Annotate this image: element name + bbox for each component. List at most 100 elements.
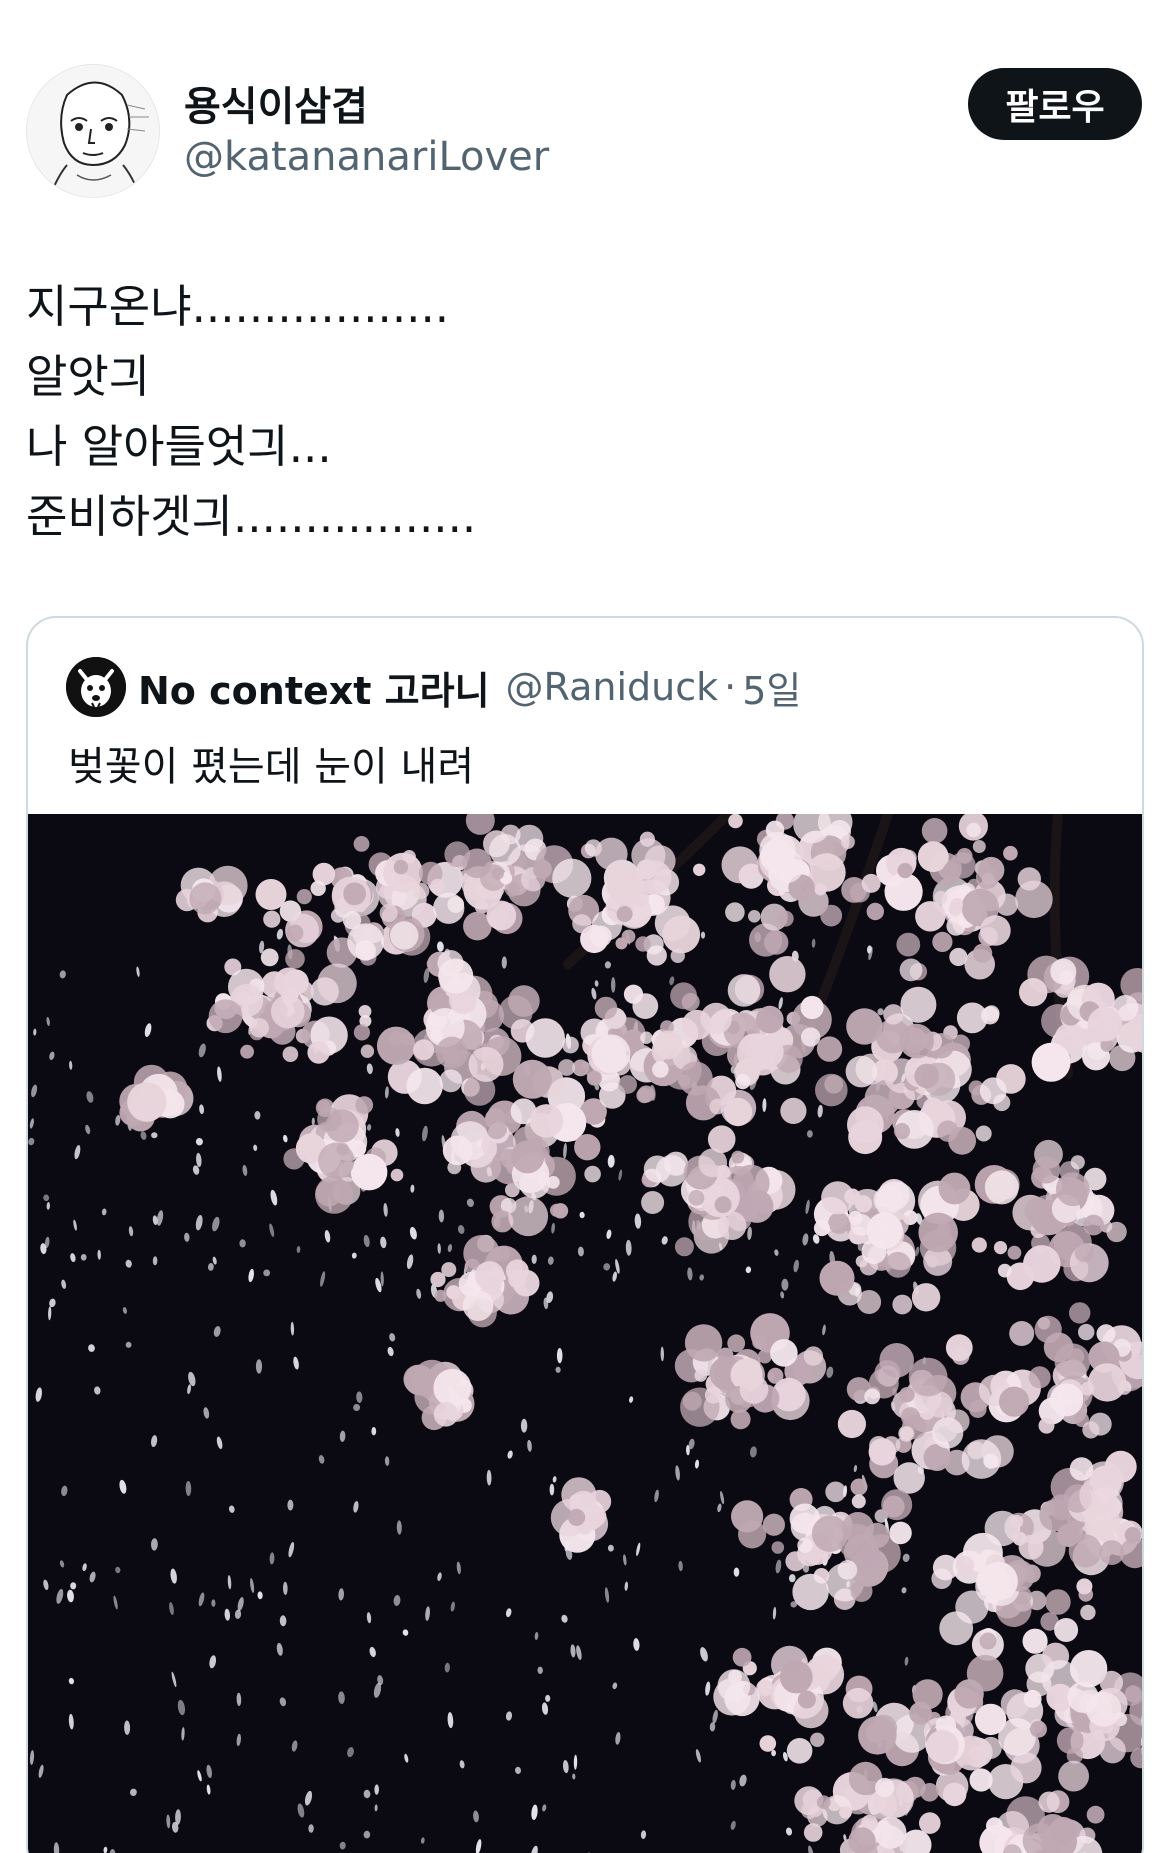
- blossom-petal: [1034, 1315, 1062, 1343]
- blossom-petal: [286, 924, 304, 942]
- blossom-petal: [1069, 1457, 1094, 1481]
- quoted-tweet-media[interactable]: [28, 814, 1142, 1853]
- blossom-petal: [552, 1203, 569, 1219]
- blossom-petal: [816, 1036, 843, 1062]
- falling-snow-flake: [520, 1418, 528, 1433]
- deer-avatar-icon: [66, 657, 126, 717]
- blossom-petal: [282, 1046, 299, 1062]
- blossom-petal: [1007, 1245, 1022, 1260]
- blossom-petal: [558, 1059, 575, 1076]
- blossom-petal: [740, 1189, 774, 1223]
- blossom-petal: [864, 1388, 881, 1405]
- blossom-petal: [704, 1386, 722, 1404]
- blossom-petal: [618, 1075, 637, 1094]
- blossom-petal: [942, 861, 962, 880]
- blossom-petal: [1067, 1681, 1099, 1713]
- blossom-petal: [845, 1055, 878, 1088]
- blossom-petal: [821, 1181, 855, 1215]
- quoted-author-avatar[interactable]: [66, 657, 126, 717]
- blossom-petal: [130, 1097, 155, 1121]
- falling-snow-flake: [611, 977, 616, 993]
- blossom-petal: [972, 840, 986, 853]
- tweet-text-line: 나 알아들엇긔...: [26, 420, 332, 473]
- blossom-petal: [343, 882, 366, 906]
- blossom-petal: [353, 836, 370, 852]
- blossom-petal: [1078, 1323, 1095, 1341]
- follow-button[interactable]: 팔로우: [968, 68, 1142, 140]
- blossom-petal: [652, 1061, 669, 1078]
- blossom-petal: [681, 993, 700, 1011]
- blossom-petal: [1054, 1343, 1091, 1380]
- blossom-petal: [911, 1283, 941, 1312]
- blossom-petal: [999, 1386, 1030, 1417]
- blossom-petal: [1068, 1534, 1102, 1568]
- blossom-petal: [189, 882, 222, 915]
- blossom-petal: [971, 1237, 987, 1253]
- blossom-petal: [919, 1812, 941, 1834]
- blossom-petal: [864, 1522, 890, 1549]
- blossom-petal: [439, 1069, 463, 1093]
- quoted-author-display-name[interactable]: No context 고라니: [138, 660, 490, 715]
- blossom-petal: [824, 1074, 844, 1094]
- blossom-petal: [682, 1391, 702, 1411]
- author-handle[interactable]: @katananariLover: [184, 134, 549, 180]
- blossom-petal: [756, 1679, 774, 1697]
- blossom-petal: [748, 910, 761, 923]
- blossom-petal: [1058, 970, 1074, 985]
- blossom-petal: [866, 902, 884, 921]
- blossom-petal: [249, 1018, 269, 1038]
- blossom-petal: [430, 878, 446, 894]
- quoted-tweet-card[interactable]: No context 고라니 @Raniduck · 5일 벚꽃이 폈는데 눈이…: [26, 616, 1144, 1853]
- blossom-petal: [770, 849, 804, 883]
- blossom-petal: [390, 921, 419, 950]
- blossom-petal: [858, 1716, 897, 1755]
- blossom-petal: [447, 896, 465, 913]
- author-display-name[interactable]: 용식이삼겹: [184, 74, 368, 132]
- blossom-petal: [842, 1687, 874, 1719]
- blossom-petal: [698, 1148, 728, 1178]
- quoted-timestamp[interactable]: 5일: [742, 660, 801, 715]
- blossom-petal: [984, 1170, 1019, 1205]
- blossom-petal: [777, 910, 794, 927]
- blossom-petal: [1038, 1417, 1055, 1434]
- blossom-petal: [816, 1795, 831, 1810]
- blossom-petal: [260, 948, 279, 967]
- blossom-petal: [1003, 845, 1018, 861]
- blossom-petal: [717, 1669, 751, 1703]
- blossom-petal: [317, 963, 357, 1004]
- blossom-petal: [1009, 1321, 1035, 1346]
- blossom-petal: [908, 1357, 948, 1397]
- blossom-petal: [355, 1096, 374, 1114]
- falling-snow-flake: [781, 1278, 789, 1291]
- blossom-petal: [883, 1004, 904, 1025]
- blossom-petal: [307, 1041, 330, 1064]
- blossom-petal: [1056, 1727, 1084, 1754]
- blossom-petal: [1015, 880, 1053, 919]
- quoted-author-handle[interactable]: @Raniduck: [506, 665, 719, 709]
- blossom-petal: [897, 863, 913, 879]
- blossom-petal: [637, 1085, 655, 1103]
- blossom-petal: [938, 1172, 971, 1205]
- blossom-petal: [447, 1160, 462, 1175]
- blossom-petal: [921, 818, 948, 844]
- blossom-petal: [637, 860, 672, 895]
- blossom-petal: [525, 1018, 565, 1058]
- author-avatar[interactable]: [26, 64, 160, 198]
- blossom-petal: [820, 904, 843, 927]
- blossom-petal: [684, 1324, 723, 1362]
- blossom-petal: [854, 1195, 873, 1213]
- blossom-petal: [803, 1346, 824, 1366]
- falling-snow-flake: [239, 1239, 246, 1248]
- blossom-petal: [725, 902, 745, 922]
- blossom-petal: [762, 1513, 786, 1536]
- tweet-container: 용식이삼겹 @katananariLover 팔로우 지구온냐.........…: [0, 0, 1170, 1853]
- blossom-petal: [310, 880, 326, 896]
- blossom-petal: [735, 1074, 751, 1090]
- blossom-petal: [728, 814, 743, 829]
- blossom-petal: [635, 936, 651, 952]
- blossom-petal: [1023, 1245, 1061, 1283]
- blossom-petal: [595, 837, 628, 871]
- blossom-petal: [937, 1120, 959, 1142]
- blossom-petal: [508, 985, 540, 1017]
- blossom-petal: [353, 1024, 370, 1041]
